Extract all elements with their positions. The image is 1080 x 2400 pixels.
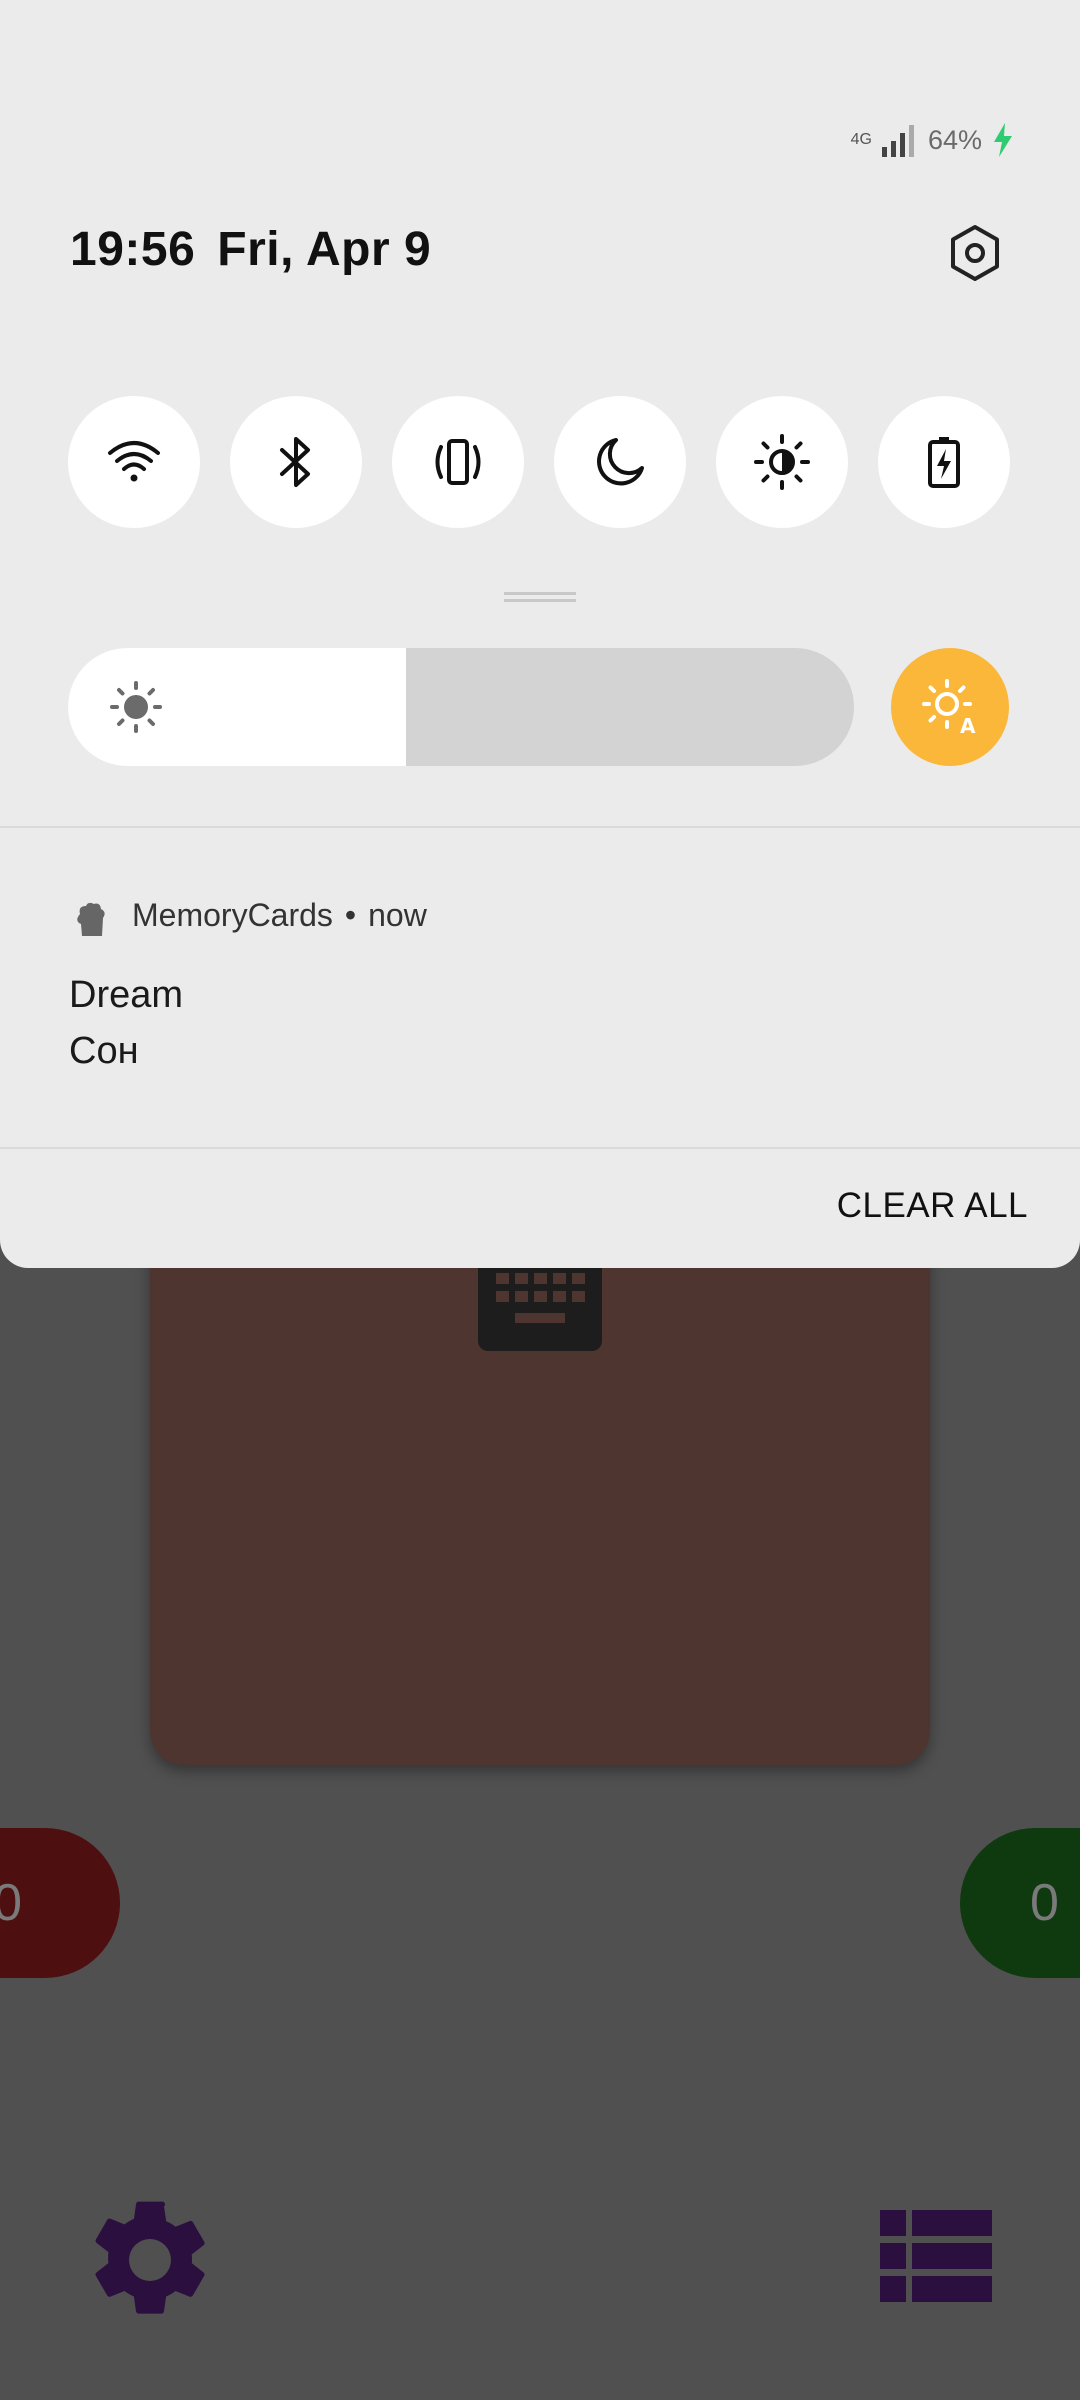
clear-all-button[interactable]: CLEAR ALL	[837, 1186, 1028, 1226]
list-icon[interactable]	[880, 2210, 992, 2302]
memorycards-app-icon	[77, 902, 105, 936]
moon-icon	[597, 438, 644, 486]
divider	[0, 1147, 1080, 1149]
settings-icon[interactable]	[944, 222, 1006, 284]
qs-dark-mode-toggle[interactable]	[716, 396, 848, 528]
qs-bluetooth-toggle[interactable]	[230, 396, 362, 528]
keyboard-button[interactable]	[478, 1255, 602, 1351]
vibrate-icon	[435, 439, 481, 485]
contrast-icon	[754, 434, 810, 490]
wrong-counter[interactable]: 0	[0, 1828, 120, 1978]
notification-title[interactable]: Dream	[69, 974, 183, 1017]
date-text: Fri, Apr 9	[217, 223, 432, 276]
clock-time: 19:56	[70, 223, 196, 276]
brightness-sun-icon	[110, 681, 162, 733]
notification-header: MemoryCards • now	[132, 897, 427, 934]
auto-brightness-icon: A	[922, 679, 976, 737]
charging-icon	[994, 123, 1012, 157]
notification-shade: 4G 64% 19:56 Fri, Apr 9 A MemoryCards • …	[0, 0, 1080, 1268]
settings-gear-icon[interactable]	[80, 2190, 220, 2330]
svg-text:A: A	[960, 714, 976, 737]
auto-brightness-button[interactable]: A	[891, 648, 1009, 766]
notification-text[interactable]: Сон	[69, 1030, 139, 1073]
status-bar: 4G 64%	[851, 118, 1014, 162]
wrong-count: 0	[0, 1874, 22, 1932]
network-type: 4G	[850, 131, 872, 148]
qs-vibrate-toggle[interactable]	[392, 396, 524, 528]
qs-wifi-toggle[interactable]	[68, 396, 200, 528]
signal-icon	[881, 125, 914, 157]
qs-battery-saver-toggle[interactable]	[878, 396, 1010, 528]
divider	[0, 826, 1080, 828]
keyboard-icon	[496, 1273, 585, 1323]
wifi-icon	[108, 441, 160, 482]
right-count: 0	[1030, 1874, 1059, 1932]
date-time[interactable]: 19:56 Fri, Apr 9	[70, 222, 431, 277]
notification-app-name: MemoryCards	[132, 897, 333, 933]
battery-percent: 64%	[927, 124, 982, 155]
battery-icon	[928, 437, 960, 488]
bluetooth-icon	[280, 437, 310, 487]
right-counter[interactable]: 0	[960, 1828, 1080, 1978]
notification-separator: •	[344, 897, 357, 933]
brightness-slider[interactable]	[68, 648, 854, 766]
notification-time: now	[368, 897, 427, 933]
qs-dnd-toggle[interactable]	[554, 396, 686, 528]
expand-handle[interactable]	[504, 592, 576, 602]
